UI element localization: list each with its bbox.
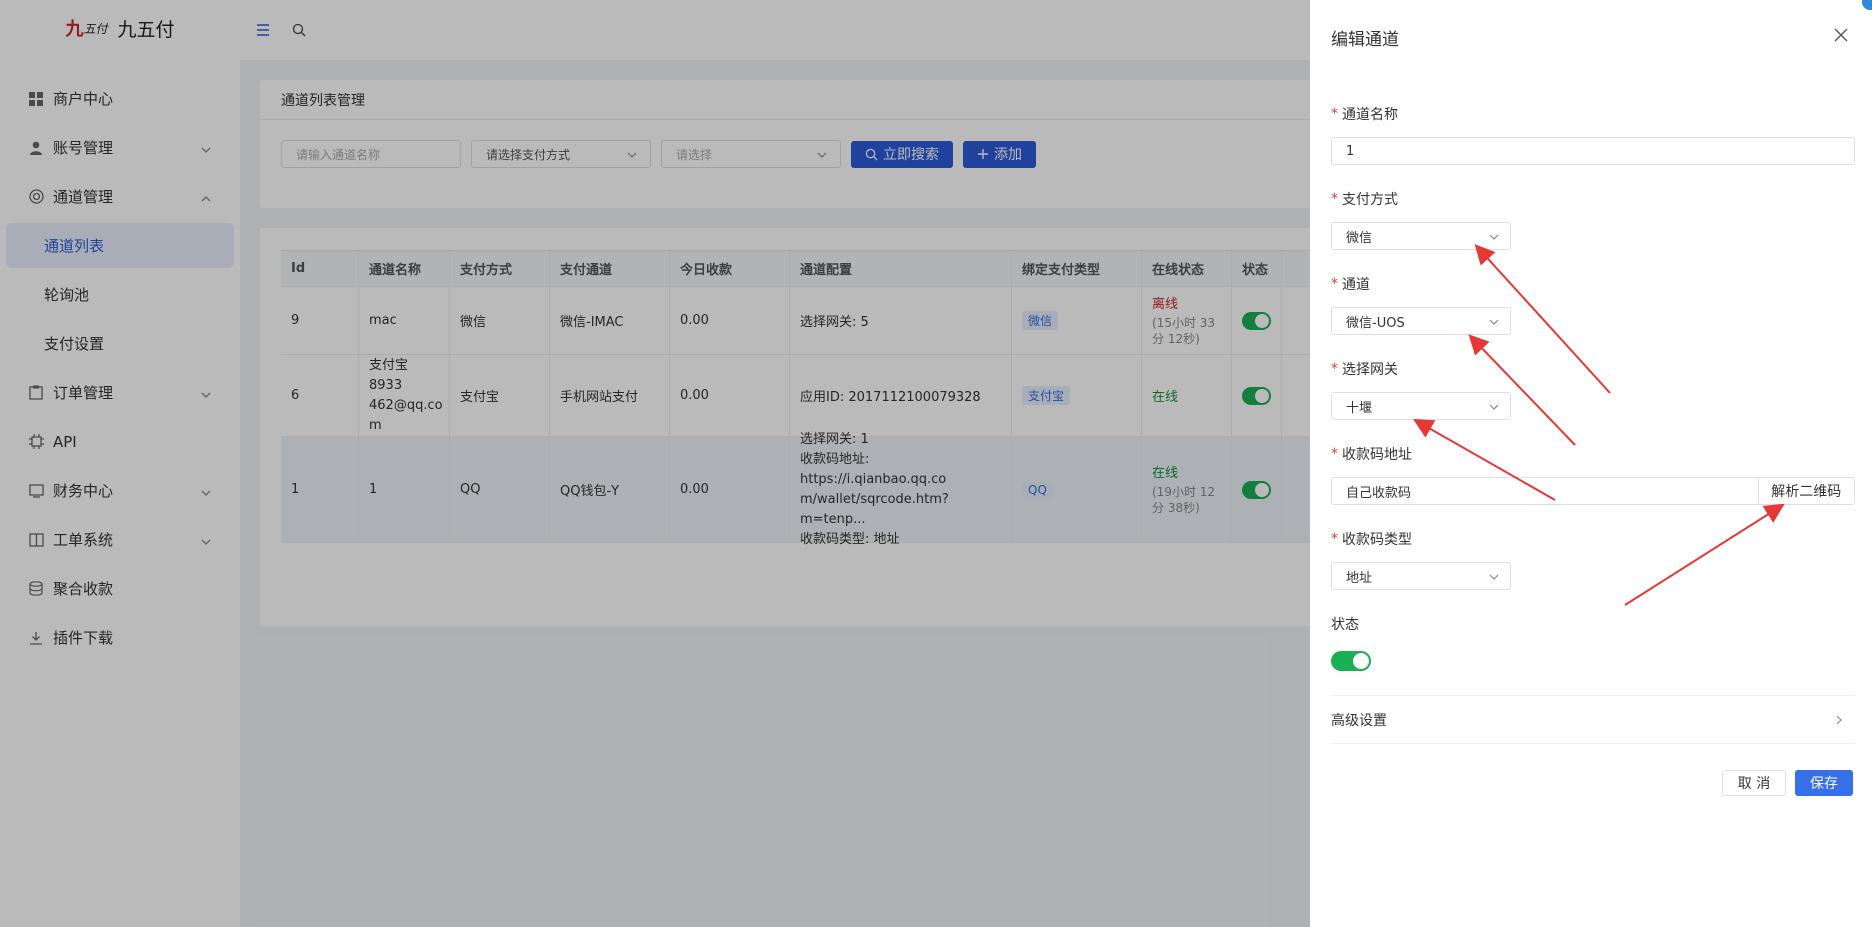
field-label: * 收款码地址 xyxy=(1331,444,1855,464)
select-value: 十堰 xyxy=(1346,400,1373,416)
field-label-text: 选择网关 xyxy=(1342,362,1398,378)
chevron-down-icon xyxy=(1488,401,1500,413)
pay-method-select[interactable]: 微信 xyxy=(1331,222,1511,250)
chevron-down-icon xyxy=(1488,571,1500,583)
qr-address-group: 自己收款码 解析二维码 xyxy=(1331,477,1855,505)
required-mark: * xyxy=(1331,106,1338,122)
cancel-button[interactable]: 取 消 xyxy=(1722,770,1786,796)
field-qr-type: * 收款码类型 地址 xyxy=(1331,529,1855,614)
drawer-title: 编辑通道 xyxy=(1331,30,1399,50)
required-mark: * xyxy=(1331,531,1338,547)
field-label-text: 支付方式 xyxy=(1342,192,1398,208)
advanced-settings-label: 高级设置 xyxy=(1331,712,1387,729)
qr-type-select[interactable]: 地址 xyxy=(1331,562,1511,590)
gateway-select[interactable]: 十堰 xyxy=(1331,392,1511,420)
field-gateway: * 选择网关 十堰 xyxy=(1331,359,1855,444)
save-button[interactable]: 保存 xyxy=(1795,770,1853,796)
chevron-right-icon xyxy=(1833,714,1845,726)
chevron-down-icon xyxy=(1488,316,1500,328)
select-value: 地址 xyxy=(1346,570,1373,586)
field-label-text: 收款码类型 xyxy=(1342,532,1412,548)
field-status: 状态 xyxy=(1331,614,1855,699)
channel-select[interactable]: 微信-UOS xyxy=(1331,307,1511,335)
field-label: * 通道 xyxy=(1331,274,1855,294)
field-pay-method: * 支付方式 微信 xyxy=(1331,189,1855,274)
select-value: 微信 xyxy=(1346,230,1373,246)
field-label-text: 状态 xyxy=(1331,617,1359,633)
field-channel-name: * 通道名称 1 xyxy=(1331,104,1855,189)
chevron-down-icon xyxy=(1488,231,1500,243)
status-switch[interactable] xyxy=(1331,651,1371,671)
advanced-settings-row[interactable]: 高级设置 xyxy=(1331,695,1855,744)
field-label-text: 收款码地址 xyxy=(1342,447,1412,463)
channel-name-input[interactable]: 1 xyxy=(1331,137,1855,165)
edit-channel-drawer: 编辑通道 * 通道名称 1 * 支付方式 微信 * 通道 微信-UOS * 选择网关 十… xyxy=(1310,0,1872,927)
field-channel: * 通道 微信-UOS xyxy=(1331,274,1855,359)
parse-qr-button[interactable]: 解析二维码 xyxy=(1758,477,1855,505)
field-qr-address: * 收款码地址 自己收款码 解析二维码 xyxy=(1331,444,1855,529)
required-mark: * xyxy=(1331,191,1338,207)
select-value: 微信-UOS xyxy=(1346,315,1405,331)
qr-address-input[interactable]: 自己收款码 xyxy=(1331,477,1759,505)
field-label-text: 通道名称 xyxy=(1342,107,1398,123)
required-mark: * xyxy=(1331,446,1338,462)
field-label-text: 通道 xyxy=(1342,277,1370,293)
field-label: * 选择网关 xyxy=(1331,359,1855,379)
required-mark: * xyxy=(1331,276,1338,292)
corner-indicator xyxy=(1862,0,1872,10)
close-icon[interactable] xyxy=(1834,28,1848,42)
field-label: * 收款码类型 xyxy=(1331,529,1855,549)
edit-channel-form: *通道名称 1 *支付方式 微信 *通道 微信-UOS *选择网关 十堰 xyxy=(1331,104,1855,699)
required-mark: * xyxy=(1331,361,1338,377)
field-label: * 通道名称 xyxy=(1331,104,1855,124)
drawer-mask[interactable] xyxy=(0,0,1310,927)
field-label: * 支付方式 xyxy=(1331,189,1855,209)
